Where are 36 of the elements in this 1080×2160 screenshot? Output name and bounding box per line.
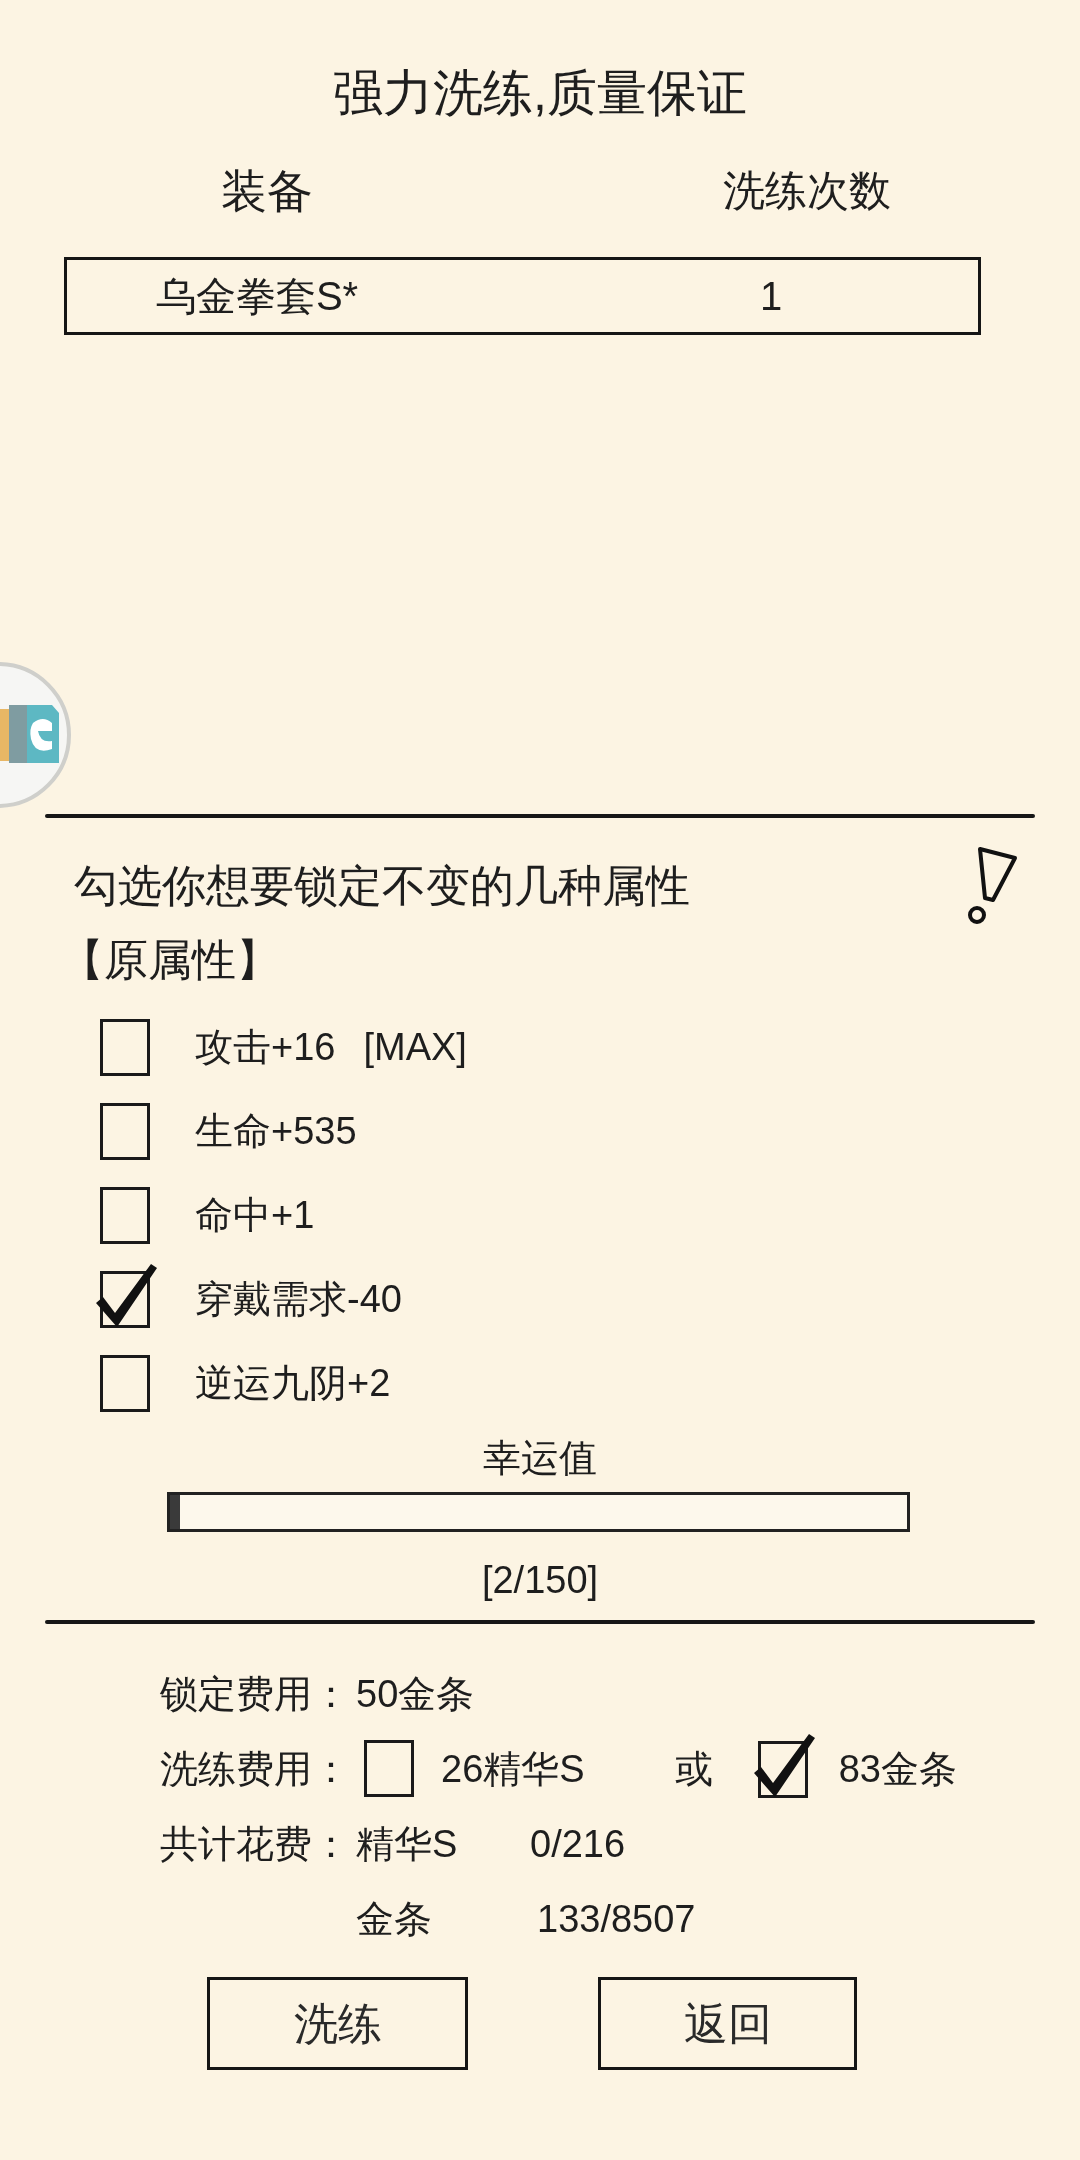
separator-text: 或 [674,1746,713,1792]
table-cell-text: 1 [758,273,784,320]
cost-label: 锁定费用： [160,1671,351,1717]
table-cell-text: 乌金拳套S* [154,273,360,320]
refine-button[interactable]: 洗练 [207,1977,468,2070]
attribute-label: 命中+1 [195,1193,315,1238]
attribute-label: 逆运九阴+2 [195,1361,391,1406]
column-header: 装备 [220,164,314,218]
resource-amount: 0/216 [530,1821,626,1867]
tile-logo-icon [0,705,59,763]
checkbox[interactable] [364,1740,414,1797]
floating-button[interactable] [0,661,72,809]
column-header: 洗练次数 [722,166,892,216]
cost-value: 50金条 [356,1671,475,1717]
attribute-label: 穿戴需求-40 [195,1277,402,1322]
resource-name: 精华S [356,1821,459,1867]
instruction-text: 勾选你想要锁定不变的几种属性 [74,860,690,912]
resource-amount: 133/8507 [537,1896,696,1942]
checkbox[interactable] [100,1354,150,1412]
checkbox[interactable] [100,1102,150,1160]
checkbox[interactable] [100,1186,150,1244]
option-label: 83金条 [838,1746,957,1792]
checkbox[interactable] [100,1018,150,1076]
section-label: 【原属性】 [60,934,280,986]
equipment-row[interactable]: 乌金拳套S* 1 [64,257,981,335]
back-button[interactable]: 返回 [598,1977,857,2070]
luck-label: 幸运值 [483,1436,597,1481]
attribute-label: 生命+535 [195,1109,357,1154]
attribute-label: 攻击+16 [195,1025,336,1070]
option-label: 26精华S [441,1746,585,1792]
cost-label: 洗练费用： [160,1746,351,1792]
luck-reading: [2/150] [481,1558,599,1603]
resource-name: 金条 [356,1896,433,1942]
attribute-suffix: [MAX] [363,1025,467,1070]
cost-label: 共计花费： [160,1821,351,1867]
page-title: 强力洗练,质量保证 [333,64,747,123]
